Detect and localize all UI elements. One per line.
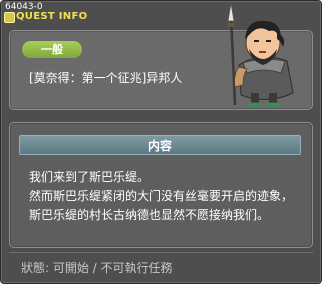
npc-portrait-icon xyxy=(227,3,294,107)
quest-icon xyxy=(4,12,15,23)
content-heading: 内容 xyxy=(19,135,301,155)
content-line-2: 然而斯巴乐缇紧闭的大门没有丝毫要开启的迹象， xyxy=(29,189,294,203)
window-title: QUEST INFO xyxy=(16,11,88,22)
divider xyxy=(9,252,313,253)
quest-status: 狀態: 可開始 / 不可執行任務 xyxy=(21,261,173,275)
quest-info-window: 64043-0 QUEST INFO 一般 [莫奈得：第一个征兆]异邦人 内容 … xyxy=(0,0,322,284)
content-line-1: 我们来到了斯巴乐缇。 xyxy=(29,170,150,184)
category-badge: 一般 xyxy=(22,41,82,58)
content-line-3: 斯巴乐缇的村长古纳德也显然不愿接纳我们。 xyxy=(29,208,270,222)
quest-name: [莫奈得：第一个征兆]异邦人 xyxy=(29,71,183,85)
